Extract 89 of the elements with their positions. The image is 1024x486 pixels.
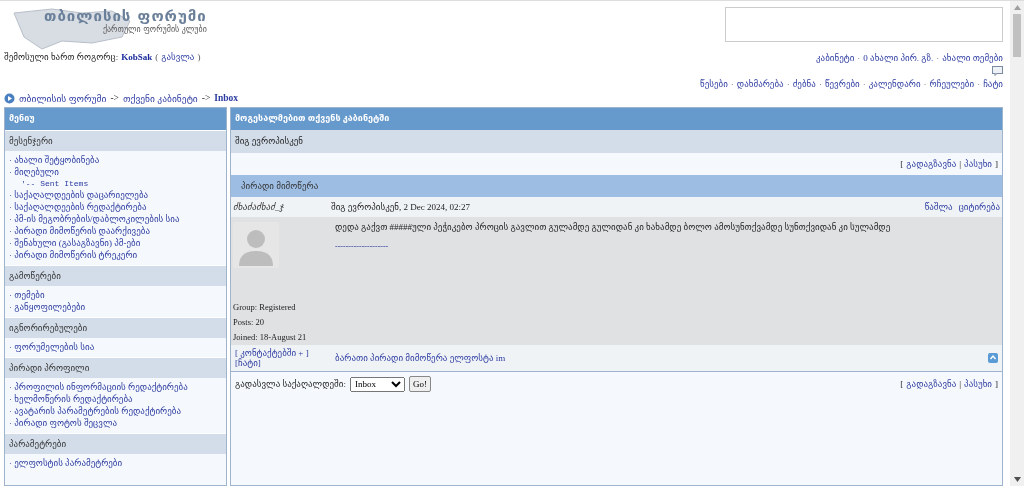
section-title: გამოწერები xyxy=(5,265,226,286)
message-subject: შიგ ევროპისკენ xyxy=(231,130,1002,153)
section-title: პირადი პროფილი xyxy=(5,357,226,378)
bracket-text: ] xyxy=(995,159,998,169)
scroll-thumb[interactable] xyxy=(1013,14,1021,57)
contact-options-link[interactable]: ბარათი პირადი მიმოწერა ელფოსტა im xyxy=(335,353,988,363)
nav-link[interactable]: ჩატი xyxy=(983,79,1003,89)
scroll-up-icon[interactable] xyxy=(1013,5,1021,10)
sidebar-link[interactable]: · ფორუმელების სია xyxy=(9,342,222,352)
breadcrumb-link[interactable]: Inbox xyxy=(214,93,239,103)
folder-select[interactable]: Inbox xyxy=(349,376,405,392)
separator-text: · xyxy=(786,79,790,89)
nav-link[interactable]: ძებნა xyxy=(792,79,816,89)
post-count: Posts: 20 xyxy=(233,317,265,327)
nav-link[interactable]: კალენდარი xyxy=(868,79,921,89)
bracket-text: [ xyxy=(900,379,904,389)
bracket-text: ] xyxy=(995,379,998,389)
scroll-top-icon[interactable] xyxy=(988,353,998,363)
user-link[interactable]: ახალი თემები xyxy=(942,53,1003,63)
sidebar-link[interactable]: · პირადი ფოტოს შეცვლა xyxy=(9,418,222,428)
separator-text: · xyxy=(818,79,822,89)
chat-link[interactable]: [ჩატი] xyxy=(235,358,335,368)
navigation-icon xyxy=(4,92,15,104)
sidebar-link[interactable]: · განყოფილებები xyxy=(9,302,222,312)
user-group: Group: Registered xyxy=(233,302,333,312)
sidebar-title: მენიუ xyxy=(5,108,226,130)
delete-link[interactable]: წაშლა xyxy=(924,202,953,212)
panel-title: მოგესალმებით თქვენს კაბინეტში xyxy=(231,108,1002,130)
sidebar-link[interactable]: · საქაღალდეების რედაქტირება xyxy=(9,202,222,212)
separator-text: · xyxy=(862,79,866,89)
add-contact-link[interactable]: [ კონტაქტებში + ] xyxy=(235,348,335,358)
forward-link[interactable]: გადაგზავნა xyxy=(906,159,957,169)
folder-label: გადასვლა საქაღალდეში: xyxy=(235,379,346,389)
sidebar-link[interactable]: · ელფოსტის პარამეტრები xyxy=(9,458,222,468)
separator-text: · xyxy=(857,53,861,63)
nav-link[interactable]: რჩეულები xyxy=(929,79,975,89)
scroll-down-icon[interactable] xyxy=(1013,477,1021,482)
sidebar-link[interactable]: · პირადი მიმოწერის ტრეკერი xyxy=(9,250,222,260)
sidebar-link[interactable]: · თემები xyxy=(9,290,222,300)
sidebar-link[interactable]: · მიღებული xyxy=(9,167,222,177)
breadcrumb-separator: -> xyxy=(201,93,211,103)
divider-text: | xyxy=(959,379,962,389)
forward-link[interactable]: გადაგზავნა xyxy=(906,379,957,389)
sidebar-link[interactable]: · შენახული (გასაგზავნი) პმ-ები xyxy=(9,238,222,248)
parenthesis-text: ) xyxy=(197,52,201,62)
signature-line: -------------------- xyxy=(335,242,390,251)
breadcrumb-link[interactable]: თბილისის ფორუმი xyxy=(19,92,107,104)
separator-text: · xyxy=(730,79,734,89)
post-date: შიგ ევროპისკენ, 2 Dec 2024, 02:27 xyxy=(331,202,471,212)
author-name[interactable]: ძხაძაძხაძ_ჯ xyxy=(233,202,321,212)
reply-link[interactable]: პასუხი xyxy=(964,159,992,169)
separator-text: · xyxy=(923,79,927,89)
section-title: პარამეტრები xyxy=(5,433,226,454)
parenthesis-text: ( xyxy=(155,52,159,62)
logout-link[interactable]: გასვლა xyxy=(161,52,195,62)
sidebar-link[interactable]: · ახალი შეტყობინება xyxy=(9,155,222,165)
section-header: პირადი მიმოწერა xyxy=(231,175,1002,197)
username-link[interactable]: KobSak xyxy=(121,52,153,62)
breadcrumb-link[interactable]: თქვენი კაბინეტი xyxy=(122,92,198,104)
nav-link[interactable]: წევრები xyxy=(824,79,860,89)
login-label: შემოსული ხართ როგორც: xyxy=(4,52,119,62)
scrollbar[interactable] xyxy=(1010,1,1024,486)
sidebar-link[interactable]: · პმ-ის მეგობრების/დაბლოკილების სია xyxy=(9,214,222,224)
sidebar-link[interactable]: · პროფილის ინფორმაციის რედაქტირება xyxy=(9,382,222,392)
sidebar-link[interactable]: · პირადი მიმოწერის დაარქივება xyxy=(9,226,222,236)
separator-text: · xyxy=(936,53,940,63)
nav-link[interactable]: დახმარება xyxy=(736,79,784,89)
sidebar-link[interactable]: · ხელმოწერის რედაქტირება xyxy=(9,394,222,404)
forum-logo[interactable]: თბილისის ფორუმი ქართული ფორუმის კლუბი xyxy=(4,7,207,47)
logo-subtitle: ქართული ფორუმის კლუბი xyxy=(102,25,207,34)
bracket-text: [ xyxy=(900,159,904,169)
go-button[interactable]: Go! xyxy=(408,376,431,392)
user-link[interactable]: კაბინეტი xyxy=(816,53,855,63)
separator-text: · xyxy=(977,79,981,89)
divider-text: | xyxy=(959,159,962,169)
join-date: Joined: 18-August 21 xyxy=(233,332,308,342)
chat-icon[interactable] xyxy=(992,66,1003,76)
nav-link[interactable]: წესები xyxy=(699,79,728,89)
sidebar-link[interactable]: · საქაღალდეების დაცარიელება xyxy=(9,190,222,200)
user-link[interactable]: 0 ახალი პირ. გზ. xyxy=(863,53,934,63)
quote-link[interactable]: ციტირება xyxy=(958,202,1000,212)
reply-link[interactable]: პასუხი xyxy=(964,379,992,389)
breadcrumb-separator: -> xyxy=(110,93,119,103)
sidebar-link[interactable]: · ავატარის პარამეტრების რედაქტირება xyxy=(9,406,222,416)
message-text: დედა გაქვთ #####ული პეჭიკებო პროცის გავლით გულამდე გულიდან კი ხახამდე ბოლო ამოსუნთქვამდე სუნთქვიდან კი სულამდე xyxy=(335,222,892,232)
logo-title: თბილისის ფორუმი xyxy=(44,7,207,25)
sidebar-sublink[interactable]: '-- Sent Items xyxy=(9,179,222,188)
section-title: იგნორირებულები xyxy=(5,317,226,338)
section-title: მესენჯერი xyxy=(5,130,226,151)
